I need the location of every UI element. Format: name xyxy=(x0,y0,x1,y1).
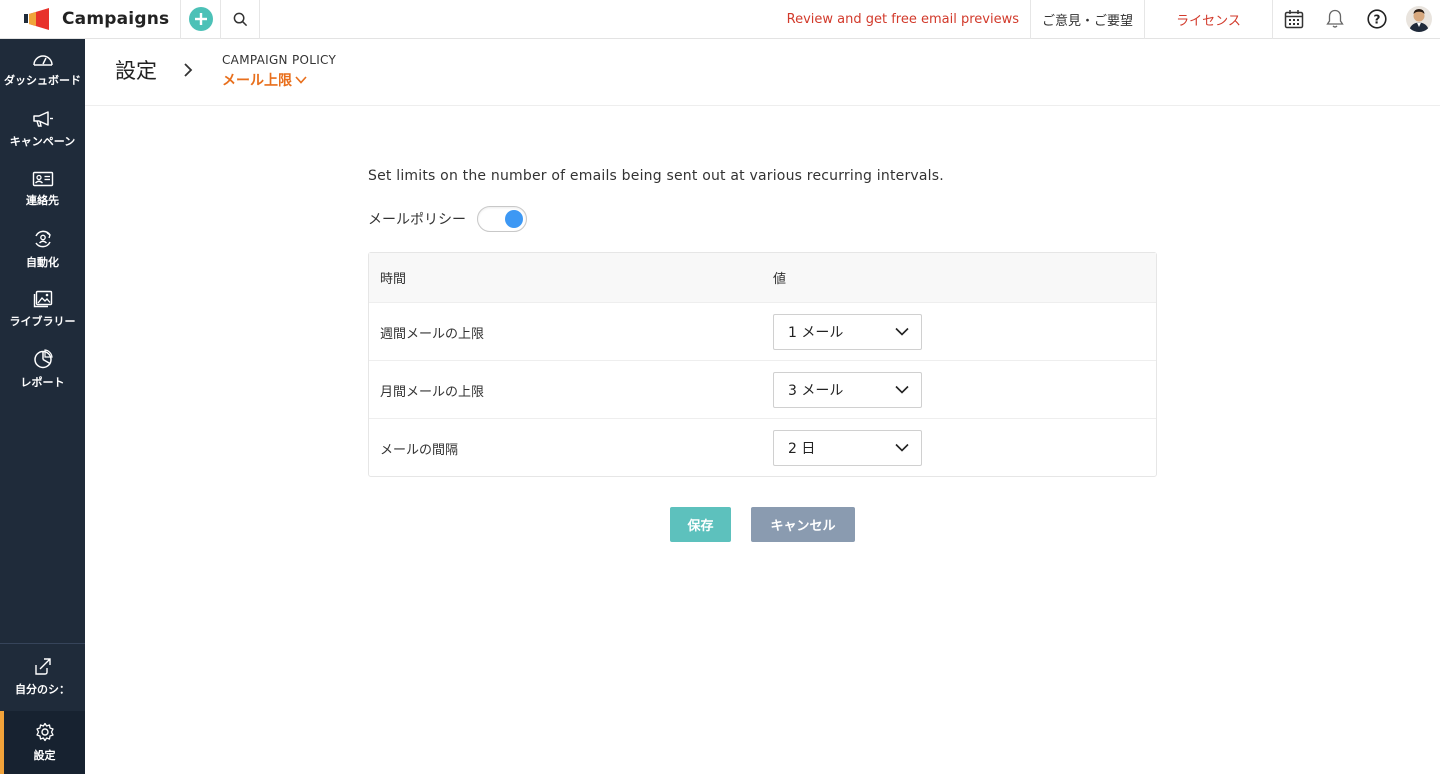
row-label-weekly-limit: 週間メールの上限 xyxy=(380,327,485,342)
contact-card-icon xyxy=(32,171,53,186)
image-library-icon xyxy=(33,290,52,307)
sidebar-item-reports[interactable]: レポート xyxy=(0,339,85,399)
brand-name: Campaigns xyxy=(62,9,170,29)
calendar-icon xyxy=(1284,10,1303,29)
email-interval-select[interactable]: 2 日 xyxy=(773,429,922,466)
select-value: 2 日 xyxy=(788,440,816,457)
column-header-value: 値 xyxy=(773,272,787,287)
column-header-time: 時間 xyxy=(380,272,407,287)
sidebar-item-label: レポート xyxy=(20,375,65,389)
avatar xyxy=(1406,6,1432,32)
breadcrumb-current-label: メール上限 xyxy=(222,73,292,89)
notifications-button[interactable] xyxy=(1314,0,1356,39)
share-hand-icon xyxy=(34,658,51,675)
sidebar-item-campaigns[interactable]: キャンペーン xyxy=(0,99,85,159)
monthly-limit-select[interactable]: 3 メール xyxy=(773,371,922,408)
row-label-monthly-limit: 月間メールの上限 xyxy=(380,385,485,400)
sidebar-item-settings[interactable]: 設定 xyxy=(0,711,85,774)
automation-icon xyxy=(34,230,51,247)
campaigns-logo-icon xyxy=(24,8,49,30)
sidebar-item-library[interactable]: ライブラリー xyxy=(0,279,85,339)
chevron-down-icon xyxy=(895,443,909,452)
top-bar: Campaigns Review and get free email prev… xyxy=(0,0,1440,39)
cancel-button[interactable]: キャンセル xyxy=(751,507,855,542)
save-button[interactable]: 保存 xyxy=(670,507,731,542)
weekly-limit-select[interactable]: 1 メール xyxy=(773,313,922,350)
page-header: 設定 CAMPAIGN POLICY メール上限 xyxy=(85,39,1440,106)
calendar-button[interactable] xyxy=(1272,0,1314,39)
toggle-knob xyxy=(505,210,523,228)
sidebar-item-label: 自分のシ： xyxy=(15,683,70,696)
megaphone-icon xyxy=(32,110,53,127)
page-title: 設定 xyxy=(115,59,157,83)
chevron-down-icon xyxy=(295,76,307,84)
email-policy-toggle[interactable] xyxy=(477,206,527,232)
plus-circle-icon xyxy=(188,7,213,31)
chevron-down-icon xyxy=(895,327,909,336)
breadcrumb-parent: CAMPAIGN POLICY xyxy=(222,53,337,67)
email-policy-row: メールポリシー xyxy=(368,206,1157,232)
email-limits-table: 時間 値 週間メールの上限 1 メール 月間メールの上限 3 メール メールの間… xyxy=(368,252,1157,477)
svg-text:?: ? xyxy=(1374,13,1381,27)
help-icon: ? xyxy=(1367,9,1387,29)
description-text: Set limits on the number of emails being… xyxy=(368,168,944,184)
table-row: 週間メールの上限 1 メール xyxy=(369,302,1156,360)
pie-chart-icon xyxy=(33,348,53,368)
sidebar-item-automation[interactable]: 自動化 xyxy=(0,219,85,279)
breadcrumb-current-dropdown[interactable]: メール上限 xyxy=(222,70,307,90)
user-avatar-button[interactable] xyxy=(1398,0,1440,39)
sidebar-item-label: ライブラリー xyxy=(9,314,76,328)
sidebar-item-contacts[interactable]: 連絡先 xyxy=(0,159,85,219)
sidebar-item-dashboard[interactable]: ダッシュボード xyxy=(0,39,85,99)
bell-icon xyxy=(1326,9,1344,28)
select-value: 1 メール xyxy=(788,324,844,341)
sidebar-item-label: キャンペーン xyxy=(9,134,76,148)
review-email-previews-link[interactable]: Review and get free email previews xyxy=(776,0,1030,39)
sidebar-item-label: 設定 xyxy=(33,749,56,762)
sidebar: ダッシュボード キャンペーン 連絡先 自動化 ライブラリー レポート 自分のシ：… xyxy=(0,39,85,774)
table-row: メールの間隔 2 日 xyxy=(369,418,1156,476)
help-button[interactable]: ? xyxy=(1356,0,1398,39)
search-button[interactable] xyxy=(220,0,260,39)
table-header: 時間 値 xyxy=(369,253,1156,302)
sidebar-item-label: 連絡先 xyxy=(26,193,59,207)
search-icon xyxy=(233,12,247,26)
sidebar-item-label: 自動化 xyxy=(26,255,59,269)
gear-icon xyxy=(35,722,54,742)
dashboard-icon xyxy=(32,54,53,66)
brand[interactable]: Campaigns xyxy=(0,0,180,39)
row-label-email-interval: メールの間隔 xyxy=(380,443,459,458)
sidebar-item-label: ダッシュボード xyxy=(4,73,81,87)
table-row: 月間メールの上限 3 メール xyxy=(369,360,1156,418)
chevron-down-icon xyxy=(895,385,909,394)
email-policy-label: メールポリシー xyxy=(368,212,466,228)
select-value: 3 メール xyxy=(788,382,844,399)
add-button[interactable] xyxy=(180,0,220,39)
sidebar-item-my-space[interactable]: 自分のシ： xyxy=(0,643,85,709)
feedback-link[interactable]: ご意見・ご要望 xyxy=(1029,0,1144,39)
form-actions: 保存 キャンセル xyxy=(670,507,855,542)
email-limit-settings: Set limits on the number of emails being… xyxy=(368,168,1157,477)
license-link[interactable]: ライセンス xyxy=(1144,0,1272,39)
chevron-right-icon xyxy=(184,63,193,77)
